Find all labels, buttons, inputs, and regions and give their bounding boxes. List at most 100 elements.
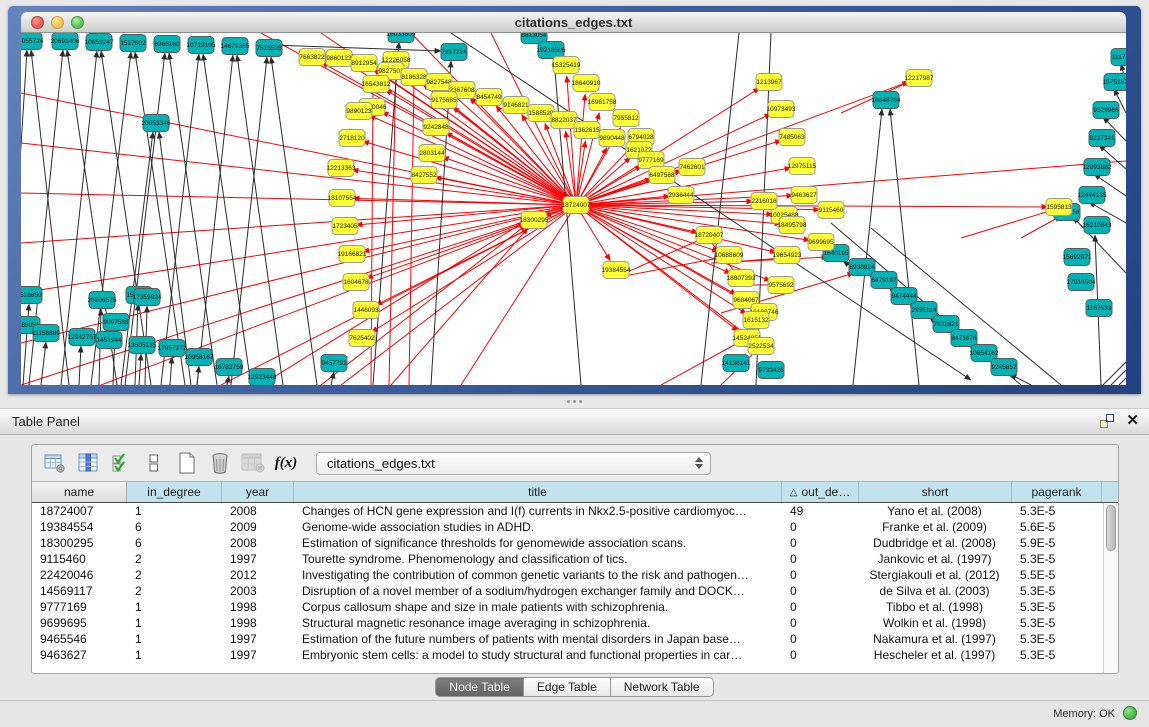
- selected-edge[interactable]: [21, 205, 576, 293]
- node[interactable]: 7857224: [441, 44, 467, 61]
- table-cell[interactable]: 14569117: [32, 583, 127, 599]
- selected-node[interactable]: 18640910: [572, 75, 601, 92]
- table-cell[interactable]: 2012: [222, 567, 294, 583]
- table-cell[interactable]: 5.3E-5: [1012, 615, 1102, 631]
- unselect-all-button[interactable]: [141, 450, 167, 476]
- node[interactable]: 15692971: [1063, 249, 1092, 266]
- selected-node[interactable]: 9115460: [818, 202, 844, 219]
- selected-node[interactable]: 1723405: [332, 218, 358, 235]
- selected-node[interactable]: 9699695: [808, 234, 834, 251]
- node[interactable]: 10719195: [187, 37, 216, 54]
- node[interactable]: 9457791: [321, 355, 347, 372]
- node[interactable]: 14136141: [722, 355, 751, 372]
- selected-node[interactable]: 1595813: [1046, 199, 1072, 216]
- node[interactable]: 10653247: [85, 34, 114, 51]
- selected-edge[interactable]: [389, 65, 396, 385]
- node[interactable]: 12093882: [1083, 159, 1112, 176]
- vertical-scrollbar[interactable]: [1103, 503, 1118, 673]
- selected-node[interactable]: 2522534: [748, 338, 774, 355]
- edge[interactable]: [170, 357, 172, 385]
- network-canvas[interactable]: 1872400714055724206914061065324715276026…: [21, 33, 1126, 385]
- memory-status-indicator[interactable]: [1123, 706, 1137, 720]
- network-window-titlebar[interactable]: citations_edges.txt: [21, 12, 1126, 33]
- node[interactable]: 14671365: [221, 38, 250, 55]
- table-cell[interactable]: 5.5E-5: [1012, 567, 1102, 583]
- edge[interactable]: [853, 109, 882, 385]
- edge[interactable]: [125, 53, 165, 385]
- node[interactable]: 17016504: [1067, 274, 1096, 291]
- selected-edge[interactable]: [21, 193, 576, 205]
- selected-node[interactable]: 7485063: [779, 129, 805, 146]
- selected-edge[interactable]: [369, 115, 576, 205]
- node[interactable]: 16210643: [1083, 217, 1112, 234]
- selected-edge[interactable]: [21, 143, 576, 205]
- table-cell[interactable]: Franke et al. (2009): [859, 519, 1012, 535]
- table-row[interactable]: 1938455462009Genome-wide association stu…: [32, 519, 1103, 535]
- table-cell[interactable]: 2008: [222, 503, 294, 519]
- table-cell[interactable]: Stergiakouli et al. (2012): [859, 567, 1012, 583]
- selected-node[interactable]: 9777169: [638, 152, 664, 169]
- node[interactable]: 7515526: [256, 40, 282, 57]
- table-cell[interactable]: 1: [127, 599, 222, 615]
- table-cell[interactable]: 9699695: [32, 615, 127, 631]
- node[interactable]: 1451944: [96, 332, 122, 349]
- table-cell[interactable]: 2: [127, 583, 222, 599]
- selected-node[interactable]: 9242848: [423, 119, 449, 136]
- node[interactable]: 20053346: [142, 115, 171, 132]
- table-row[interactable]: 946362711997Embryonic stem cells: a mode…: [32, 647, 1103, 663]
- table-cell[interactable]: 1998: [222, 615, 294, 631]
- table-cell[interactable]: 18724007: [32, 503, 127, 519]
- table-cell[interactable]: Tourette syndrome. Phenomenology and cla…: [294, 551, 782, 567]
- selected-node[interactable]: 1446093: [353, 302, 379, 319]
- edge[interactable]: [331, 372, 334, 385]
- node[interactable]: 2516650: [21, 287, 42, 304]
- column-header-in_degree[interactable]: in_degree: [127, 482, 222, 502]
- selected-node[interactable]: 9890448: [599, 130, 625, 147]
- selected-node[interactable]: 19384554: [602, 262, 631, 279]
- node[interactable]: 16648784: [872, 92, 901, 109]
- node[interactable]: 1117304: [1111, 49, 1126, 66]
- table-settings-button[interactable]: [42, 450, 68, 476]
- selected-node[interactable]: 19654923: [773, 247, 802, 264]
- node[interactable]: 14055724: [21, 33, 44, 50]
- edge[interactable]: [271, 57, 317, 385]
- table-cell[interactable]: 1: [127, 615, 222, 631]
- table-row[interactable]: 2242004622012Investigating the contribut…: [32, 567, 1103, 583]
- node[interactable]: 9329966: [1093, 102, 1119, 119]
- table-cell[interactable]: 22420046: [32, 567, 127, 583]
- table-cell[interactable]: 0: [782, 647, 859, 663]
- selected-node[interactable]: 9575692: [768, 277, 794, 294]
- table-cell[interactable]: 2003: [222, 583, 294, 599]
- selected-node[interactable]: 6497568: [649, 167, 675, 184]
- node[interactable]: 19218506: [537, 42, 566, 59]
- node[interactable]: 1527602: [120, 35, 146, 52]
- selected-node[interactable]: 10973493: [767, 101, 796, 118]
- selected-edge[interactable]: [382, 112, 576, 205]
- selected-node[interactable]: 9175685: [431, 92, 457, 109]
- table-row[interactable]: 969969511998Structural magnetic resonanc…: [32, 615, 1103, 631]
- selected-node[interactable]: 12213363: [327, 160, 356, 177]
- selected-node[interactable]: 10688609: [715, 247, 744, 264]
- table-cell[interactable]: 5.3E-5: [1012, 551, 1102, 567]
- selected-node[interactable]: 18300295: [520, 212, 549, 229]
- table-cell[interactable]: 0: [782, 567, 859, 583]
- table-cell[interactable]: 0: [782, 535, 859, 551]
- table-cell[interactable]: 9115460: [32, 551, 127, 567]
- selected-node[interactable]: 15325419: [552, 57, 581, 74]
- table-cell[interactable]: 2008: [222, 535, 294, 551]
- show-column-button[interactable]: [75, 450, 101, 476]
- selected-node[interactable]: 12975115: [788, 158, 817, 175]
- selected-edge[interactable]: [961, 210, 1053, 238]
- table-cell[interactable]: Jankovic et al. (1997): [859, 551, 1012, 567]
- selected-node[interactable]: 1588520: [528, 105, 554, 122]
- table-cell[interactable]: 2: [127, 567, 222, 583]
- node[interactable]: 20691406: [51, 33, 80, 50]
- table-cell[interactable]: 1: [127, 631, 222, 647]
- table-cell[interactable]: 0: [782, 599, 859, 615]
- column-header-title[interactable]: title: [294, 482, 782, 502]
- selected-node[interactable]: 1362615: [574, 122, 600, 139]
- edge[interactable]: [231, 57, 267, 385]
- node[interactable]: 12923446: [248, 369, 277, 386]
- table-cell[interactable]: 1: [127, 503, 222, 519]
- column-header-short[interactable]: short: [859, 482, 1012, 502]
